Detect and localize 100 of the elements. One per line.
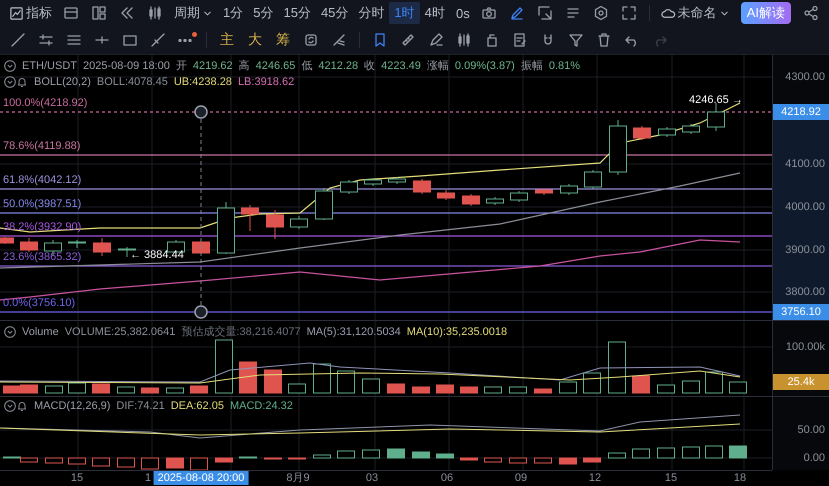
price-tick: 4300.00: [785, 71, 825, 83]
quote-value: 0.09%(3.87): [454, 60, 515, 72]
resize-icon[interactable]: [536, 5, 553, 21]
layout-name-dropdown[interactable]: 未命名: [656, 2, 735, 24]
indicator-value: BOLL:4078.45: [96, 76, 168, 88]
collapse-icon[interactable]: [4, 76, 16, 88]
price-marker: ← 3884.44: [130, 249, 184, 261]
settings-icon[interactable]: [592, 5, 609, 21]
symbol-label: ETH/USDT: [22, 60, 77, 72]
price-badge: 4218.92: [773, 104, 829, 120]
fibonacci-level-line[interactable]: [0, 154, 772, 156]
macd-bar: [534, 458, 552, 464]
price-tick: 3900.00: [785, 244, 825, 256]
fibonacci-level-line[interactable]: [0, 188, 772, 190]
candlestick: [364, 178, 382, 186]
candlestick: [609, 120, 627, 176]
time-label: 06: [440, 472, 454, 485]
fibonacci-level-line[interactable]: [0, 265, 772, 267]
fibonacci-level-label: 61.8%(4042.12): [3, 174, 82, 186]
macd-bar: [705, 446, 723, 458]
indicator-name: MACD(12,26,9): [34, 400, 110, 412]
fibonacci-level-label: 78.6%(4119.88): [3, 140, 80, 152]
timeframe-tab[interactable]: 5分: [248, 2, 278, 24]
pen-icon[interactable]: [428, 32, 444, 48]
candles-icon[interactable]: [456, 32, 472, 48]
indicator-shortcut[interactable]: 筹: [269, 29, 297, 51]
pencil-icon[interactable]: [508, 5, 525, 21]
timeframe-tab[interactable]: 4时: [420, 2, 450, 24]
volume-bar: [412, 386, 430, 394]
candle-time: 2025-08-09 18:00: [83, 60, 170, 72]
trend-line-icon[interactable]: [10, 32, 26, 48]
candlestick: [486, 196, 504, 206]
volume-bar: [264, 370, 282, 394]
quote-value: 4223.49: [381, 60, 421, 72]
macd-bar: [45, 458, 63, 464]
macd-bar: [117, 458, 135, 468]
timeframe-tab[interactable]: 1时: [389, 2, 420, 24]
macd-bar: [632, 448, 650, 458]
macd-bar: [460, 458, 478, 460]
candlestick: [192, 240, 210, 256]
candlestick: [560, 184, 578, 196]
volume-bar: [92, 384, 110, 394]
fullscreen-icon[interactable]: [620, 5, 637, 21]
bell-icon[interactable]: [16, 76, 28, 88]
timeframe-tab[interactable]: 45分: [316, 2, 354, 24]
quote-label: 涨幅: [426, 59, 449, 73]
candlestick: [266, 210, 284, 240]
delete-icon[interactable]: [596, 32, 612, 48]
candlestick: [707, 102, 725, 132]
period-dropdown[interactable]: 周期: [169, 2, 218, 24]
candlestick: [68, 240, 86, 248]
indicator-value: 预估成交量:38,216.4077: [181, 324, 301, 339]
volume-bar: [337, 370, 355, 394]
fibonacci-level-line[interactable]: [0, 111, 772, 113]
collapse-icon[interactable]: [4, 60, 16, 72]
more-icon: [178, 38, 192, 42]
time-label: 18: [734, 472, 746, 485]
bell-icon[interactable]: [16, 400, 28, 412]
macd-bar: [657, 448, 675, 458]
volume-bar: [141, 388, 159, 394]
rewind-icon[interactable]: [119, 5, 135, 21]
parallel-lines-icon[interactable]: [38, 32, 54, 48]
measure-line-icon[interactable]: [150, 32, 166, 48]
quote-label: 收: [364, 59, 376, 73]
volume-bar: [632, 376, 650, 394]
camera-icon[interactable]: [480, 5, 497, 21]
candlestick: [290, 216, 308, 230]
candle-style-icon[interactable]: [147, 5, 163, 21]
collapse-icon[interactable]: [4, 400, 16, 412]
macd-bar: [559, 458, 577, 464]
fibonacci-level-line[interactable]: [0, 212, 772, 214]
indicator-value: UB:4238.28: [174, 76, 232, 88]
sync-icon[interactable]: [303, 32, 319, 48]
share-icon[interactable]: [803, 5, 819, 21]
filter-icon[interactable]: [568, 32, 584, 48]
layout-icon[interactable]: [91, 5, 107, 21]
macd-bar: [412, 452, 430, 458]
template-icon[interactable]: [63, 5, 79, 21]
timeframe-tab[interactable]: 1分: [218, 2, 248, 24]
quote-label: 振幅: [520, 59, 543, 73]
indicator-shortcut[interactable]: 大: [241, 29, 269, 51]
indicator-value: LB:3918.62: [238, 76, 294, 88]
timeframe-tab[interactable]: 分时: [353, 2, 390, 24]
volume-bar: [705, 372, 723, 394]
note-icon[interactable]: [512, 32, 528, 48]
quote-value: 4219.62: [192, 60, 233, 72]
price-marker: 4246.65 →: [689, 94, 743, 106]
volume-bar: [682, 380, 700, 394]
timeframe-tab[interactable]: 15分: [278, 2, 316, 24]
collapse-icon[interactable]: [4, 326, 16, 338]
indicator-shortcut[interactable]: 主: [213, 29, 241, 51]
crosshair-line[interactable]: [194, 105, 208, 319]
indicators-button[interactable]: 指标: [4, 2, 57, 24]
price-badge: 3756.10: [773, 304, 829, 320]
candlestick: [535, 188, 553, 196]
candlestick: [510, 190, 528, 202]
indicator-value: MA(5):31,120.5034: [306, 326, 401, 338]
macd-bar: [215, 458, 233, 462]
ruler-icon[interactable]: [400, 32, 416, 48]
candlestick: [388, 176, 406, 184]
